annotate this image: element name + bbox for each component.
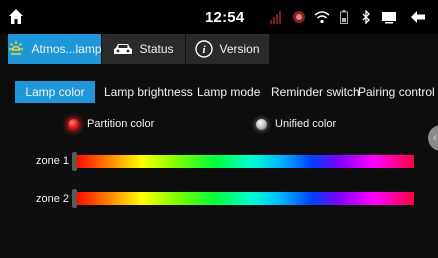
top-tab-bar: Atmos...lamp Status i Version <box>8 34 270 64</box>
partition-color-option[interactable]: Partition color <box>68 116 154 132</box>
screen-icon[interactable] <box>381 10 397 24</box>
zone-2-slider-thumb[interactable] <box>72 189 77 208</box>
zone-label: zone 1 <box>36 155 70 167</box>
zone-1-slider-thumb[interactable] <box>72 152 77 171</box>
radio-label: Partition color <box>87 118 155 130</box>
tab-reminder-switch[interactable]: Reminder switch <box>271 81 360 103</box>
zone-label: zone 2 <box>36 193 70 205</box>
svg-text:i: i <box>203 44 207 56</box>
status-bar: 12:54 <box>0 0 438 34</box>
tab-lamp-color[interactable]: Lamp color <box>15 81 95 103</box>
radio-selected-icon <box>68 118 79 130</box>
side-drawer-handle[interactable]: ‹ <box>428 125 438 151</box>
tab-version[interactable]: i Version <box>186 34 270 64</box>
info-icon: i <box>195 40 214 58</box>
no-sim-icon <box>293 11 305 23</box>
radio-unselected-icon <box>256 118 267 130</box>
unified-color-option[interactable]: Unified color <box>256 116 336 132</box>
chevron-left-icon: ‹ <box>433 130 437 144</box>
zone-2-color-slider[interactable] <box>74 192 414 205</box>
clock: 12:54 <box>205 9 245 26</box>
radio-label: Unified color <box>275 118 337 130</box>
car-icon <box>113 42 133 56</box>
bluetooth-icon <box>362 10 370 24</box>
home-icon[interactable] <box>8 8 24 26</box>
tab-label: Status <box>139 42 174 56</box>
wifi-icon <box>314 11 330 24</box>
tab-lamp-brightness[interactable]: Lamp brightness <box>104 81 193 103</box>
signal-icon <box>270 11 281 24</box>
ambient-light-icon <box>7 40 25 58</box>
tab-atmosphere-lamp[interactable]: Atmos...lamp <box>8 34 102 64</box>
tab-lamp-mode[interactable]: Lamp mode <box>197 81 260 103</box>
battery-icon <box>340 10 348 24</box>
tab-status[interactable]: Status <box>102 34 186 64</box>
tab-label: Atmos...lamp <box>31 42 102 56</box>
tab-label: Version <box>219 42 260 56</box>
back-icon[interactable] <box>410 10 426 24</box>
zone-1-color-slider[interactable] <box>74 155 414 168</box>
tab-pairing-control[interactable]: Pairing control <box>358 81 435 103</box>
